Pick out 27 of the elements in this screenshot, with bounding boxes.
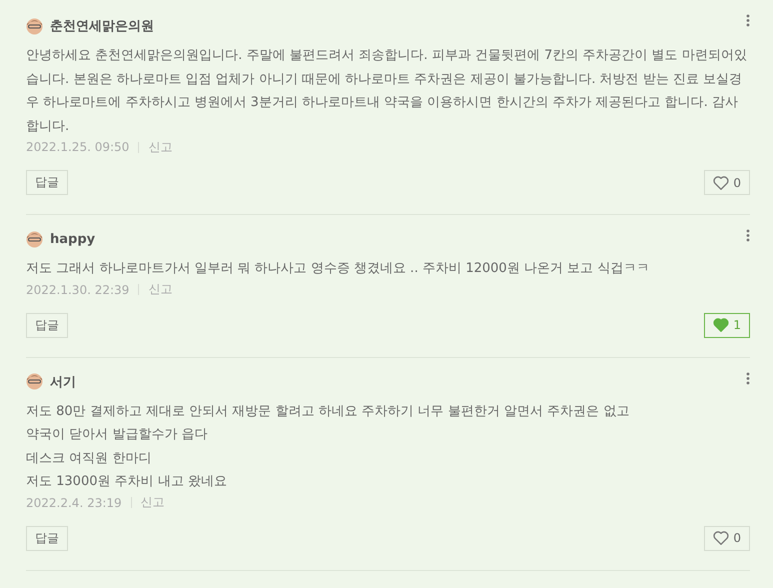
like-button[interactable]: 1 xyxy=(704,312,750,338)
comment-date: 2022.1.30. 22:39 xyxy=(26,282,130,296)
reply-button[interactable]: 답글 xyxy=(26,526,68,550)
like-button[interactable]: 0 xyxy=(704,170,750,195)
comment-date: 2022.1.25. 09:50 xyxy=(26,140,130,154)
author-name: 춘천연세맑은의원 xyxy=(50,18,154,35)
more-icon[interactable] xyxy=(746,14,750,27)
heart-icon xyxy=(713,531,730,545)
reply-button[interactable]: 답글 xyxy=(26,312,68,338)
comment-text: 안녕하세요 춘천연세맑은의원입니다. 주말에 불편드려서 죄송합니다. 피부과 건물뒷편에 7칸의 주차공간이 별도 마련되어있습니다. 본원은 하나로마트 입점 업체가 아니기 때문에 하나로마트 주차권은 제공이 불가능합니다. 처방전 받는 진료 보실경우 하나로마트에 주차하시고 병원에서 3분거리 하나로마트내 약국을 이용하시면 한시간의 주차가 제공된다고 합니다. 감사합니다. xyxy=(26,47,748,136)
avatar-icon xyxy=(26,373,43,390)
reply-button[interactable]: 답글 xyxy=(26,170,68,195)
avatar-icon xyxy=(26,230,43,248)
heart-icon xyxy=(713,176,730,190)
comment-text: 데스크 여직원 한마디 xyxy=(26,450,152,468)
comment-text: 저도 13000원 주차비 내고 왔네요 xyxy=(26,473,228,491)
comment-text: 저도 그래서 하나로마트가서 일부러 뭐 하나사고 영수증 챙겼네요 .. 주차비 12000원 나온거 보고 식겁ㅋㅋ xyxy=(26,260,650,278)
comment-text: 저도 80만 결제하고 제대로 안되서 재방문 할려고 하네요 주차하기 너무 불편한거 알면서 주차권은 없고 xyxy=(26,402,630,420)
more-icon[interactable] xyxy=(746,372,750,384)
like-button[interactable]: 0 xyxy=(704,526,750,550)
more-icon[interactable] xyxy=(746,229,750,242)
avatar-icon xyxy=(26,18,43,34)
author-name: 서기 xyxy=(50,374,76,390)
comment-date: 2022.2.4. 23:19 xyxy=(26,496,122,510)
heart-icon xyxy=(713,318,730,332)
comment-text: 약국이 닫아서 발급할수가 읍다 xyxy=(26,426,208,444)
author-name: happy xyxy=(50,232,96,246)
